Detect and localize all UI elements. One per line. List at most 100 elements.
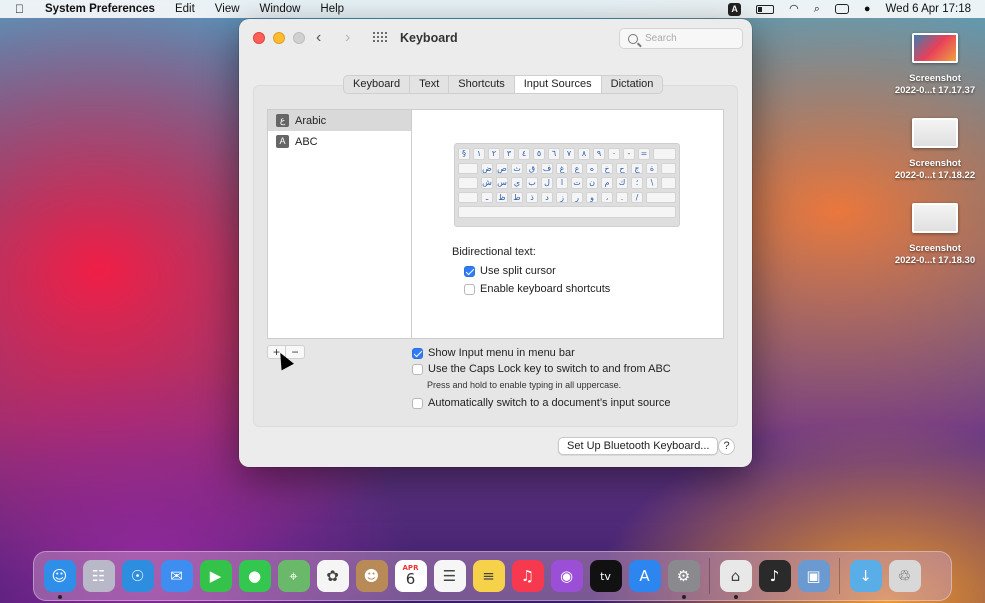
system-preferences-glyph: ⚙ [676,567,691,585]
tab-keyboard[interactable]: Keyboard [344,76,411,93]
safari-glyph: ☉ [130,567,145,585]
keyboard-key: ح [616,162,628,174]
photos-icon[interactable]: ✿ [316,560,349,592]
screenshot-thumbnail-icon [912,203,958,233]
menu-window[interactable]: Window [260,3,301,15]
trash-icon[interactable]: ♲ [888,560,921,592]
close-window-button[interactable] [253,32,265,44]
keyboard-key: م [601,177,613,189]
minimize-window-button[interactable] [273,32,285,44]
app-store-icon[interactable]: A [628,560,661,592]
music-icon[interactable]: ♫ [511,560,544,592]
setup-bluetooth-keyboard-button[interactable]: Set Up Bluetooth Keyboard... [558,437,719,455]
battery-icon[interactable] [756,4,775,14]
desktop-file-date: 2022-0...t 17.18.22 [894,170,976,181]
list-item-abc[interactable]: A ABC [268,131,411,152]
finder-icon[interactable]: ☺ [43,560,76,599]
bidirectional-text-label: Bidirectional text: [452,246,536,258]
keyboard-key: ؛ [631,177,643,189]
calendar-day: 6 [405,570,416,588]
keyboard-key: ه [586,162,598,174]
notes-icon[interactable]: ≡ [472,560,505,592]
input-source-detail: § ١ ٢ ٣ ٤ ٥ ٦ ٧ ٨ ٩ ٠- = ض ص ث ق ف غ ع ه خ ح ج ة ش س ي ب ل ا ت ن م ك ؛ \ ـ ظ ط… [412,109,724,339]
show-input-menu-checkbox[interactable] [412,347,423,359]
search-icon [628,33,638,44]
forward-chevron-icon[interactable]: › [345,29,350,47]
tab-dictation[interactable]: Dictation [602,76,663,93]
spotlight-icon[interactable]: ⌕ [814,0,820,18]
tab-text[interactable]: Text [410,76,450,93]
wifi-icon[interactable]: ◠ [789,0,799,18]
abc-input-icon: A [276,135,289,148]
siri-icon[interactable]: ● [864,0,871,18]
desktop-file[interactable]: Screenshot 2022-0...t 17.17.37 [890,33,980,97]
piano-icon[interactable]: ♪ [758,560,791,592]
keyboard-key: د [541,191,553,203]
auto-switch-checkbox[interactable] [412,397,423,409]
caps-lock-checkbox[interactable] [412,363,423,375]
apple-menu-icon[interactable]:  [15,2,31,16]
menu-edit[interactable]: Edit [175,3,195,15]
keyboard-key: . [616,191,628,203]
facetime-icon[interactable]: ▶ [199,560,232,592]
podcasts-icon[interactable]: ◉ [550,560,583,592]
menu-clock[interactable]: Wed 6 Apr 17:18 [886,3,971,15]
safari-icon[interactable]: ☉ [121,560,154,592]
help-button[interactable]: ? [718,438,735,455]
piano-glyph: ♪ [769,567,780,585]
show-all-grid-icon[interactable] [373,32,387,44]
menu-bar:  System Preferences Edit View Window He… [0,0,985,18]
desktop-file[interactable]: Screenshot 2022-0...t 17.18.22 [890,118,980,182]
reminders-icon[interactable]: ☰ [433,560,466,592]
keyboard-row: ـ ظ ط ذ د ز ر و ،. / [458,191,676,203]
messages-icon[interactable]: ● [238,560,271,592]
input-source-icon[interactable]: A [728,2,742,16]
keyboard-key: ٩ [593,148,605,160]
search-field[interactable] [619,28,743,49]
system-preferences-icon[interactable]: ⚙ [667,560,700,599]
zoom-window-button[interactable] [293,32,305,44]
split-cursor-option[interactable]: Use split cursor [464,265,556,277]
split-cursor-checkbox[interactable] [464,265,475,277]
keyboard-key: ٤ [518,148,530,160]
auto-switch-option[interactable]: Automatically switch to a document’s inp… [412,397,671,409]
mail-icon[interactable]: ✉ [160,560,193,592]
keyboard-key: ظ [496,191,508,203]
control-center-icon[interactable] [834,4,849,14]
desktop-file[interactable]: Screenshot 2022-0...t 17.18.30 [890,203,980,267]
launchpad-icon[interactable]: ☷ [82,560,115,592]
keyboard-key: ض [481,162,493,174]
menu-view[interactable]: View [215,3,240,15]
menu-app-name[interactable]: System Preferences [45,3,155,15]
downloads-icon[interactable]: ↓ [849,560,882,592]
back-chevron-icon[interactable]: ‹ [316,29,321,47]
photos-glyph: ✿ [326,567,339,585]
keyboard-key: § [458,148,470,160]
contacts-icon[interactable]: ☻ [355,560,388,592]
auto-switch-label: Automatically switch to a document’s inp… [428,397,671,409]
keyboard-key: ٧ [563,148,575,160]
tv-icon[interactable]: tv [589,560,622,592]
menu-help[interactable]: Help [320,3,344,15]
running-indicator [681,595,686,599]
search-input[interactable] [645,33,735,44]
maps-icon[interactable]: ⌖ [277,560,310,592]
caps-lock-hint: Press and hold to enable typing in all u… [427,380,622,390]
screenshot-thumbnail-icon [912,33,958,63]
reminders-glyph: ☰ [442,567,457,585]
keyboard-key: - [623,148,635,160]
calendar-icon[interactable]: APR 6 [394,560,427,592]
tab-shortcuts[interactable]: Shortcuts [449,76,515,93]
usb-prober-icon[interactable]: ⌂ [719,560,752,599]
caps-lock-option[interactable]: Use the Caps Lock key to switch to and f… [412,363,671,375]
finder-glyph: ☺ [51,567,68,585]
tab-input-sources[interactable]: Input Sources [514,76,602,93]
keyboard-row: § ١ ٢ ٣ ٤ ٥ ٦ ٧ ٨ ٩ ٠- = [458,148,676,160]
list-item-arabic[interactable]: ع Arabic [268,110,411,131]
keyboard-shortcuts-option[interactable]: Enable keyboard shortcuts [464,283,610,295]
keyboard-shortcuts-checkbox[interactable] [464,283,475,295]
maps-glyph: ⌖ [289,567,298,585]
show-input-menu-option[interactable]: Show Input menu in menu bar [412,347,575,359]
preview-icon[interactable]: ▣ [797,560,830,592]
keyboard-modifier-key [458,177,478,189]
